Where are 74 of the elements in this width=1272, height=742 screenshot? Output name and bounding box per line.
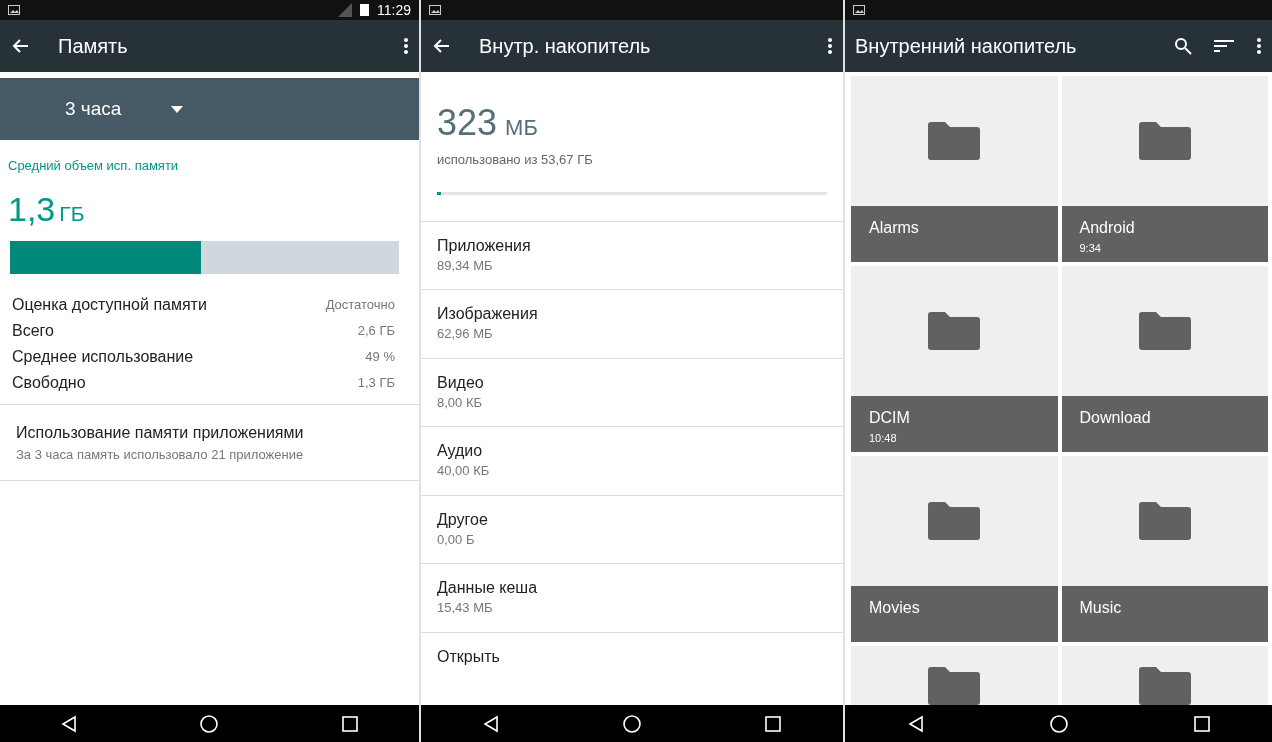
folder-name: DCIM <box>869 408 911 428</box>
folder-tile[interactable]: DCIM 10:48 <box>851 266 1058 452</box>
folder-icon <box>928 667 981 705</box>
recents-button[interactable] <box>341 715 358 732</box>
folder-name: Android <box>1079 218 1136 238</box>
folder-tile[interactable]: Download <box>1061 266 1268 452</box>
folder-name: Download <box>1079 408 1152 428</box>
stat-label: Оценка доступной памяти <box>12 294 207 315</box>
dropdown-arrow-icon <box>171 105 184 113</box>
used-value: 323 <box>437 101 498 145</box>
battery-icon <box>360 4 369 16</box>
folder-tile[interactable] <box>851 646 1058 705</box>
stat-label: Всего <box>12 320 54 341</box>
screen-title: Внутренний накопитель <box>855 34 1078 59</box>
search-button[interactable] <box>1174 37 1192 55</box>
folder-icon <box>928 122 981 160</box>
storage-item[interactable]: Открыть <box>421 632 843 681</box>
folder-icon <box>1138 312 1191 350</box>
storage-item[interactable]: Приложения 89,34 МБ <box>421 221 843 289</box>
home-button[interactable] <box>1048 713 1069 734</box>
back-button[interactable] <box>482 714 499 733</box>
folder-tile[interactable]: Music <box>1061 456 1268 642</box>
recents-button[interactable] <box>765 715 782 732</box>
stat-value: 49 % <box>365 347 395 366</box>
notification-icon <box>8 5 20 15</box>
section-header: Средний объем исп. памяти <box>8 157 180 175</box>
folder-time: 10:48 <box>869 431 898 446</box>
folder-icon <box>928 502 981 540</box>
folder-tile[interactable]: Android 9:34 <box>1061 76 1268 262</box>
home-button[interactable] <box>622 713 642 734</box>
storage-item[interactable]: Данные кеша 15,43 МБ <box>421 564 843 632</box>
folder-icon <box>928 312 981 350</box>
folder-icon <box>1138 502 1191 540</box>
more-button[interactable] <box>827 37 833 55</box>
screen-title: Память <box>58 34 129 59</box>
item-title: Использование памяти приложениями <box>16 422 305 443</box>
status-time: 11:29 <box>377 0 411 20</box>
storage-item[interactable]: Аудио 40,00 КБ <box>421 427 843 495</box>
sort-button[interactable] <box>1214 39 1234 53</box>
memory-unit: ГБ <box>59 200 85 227</box>
storage-item[interactable]: Изображения 62,96 МБ <box>421 290 843 358</box>
notification-icon <box>429 5 441 15</box>
screen-title: Внутр. накопитель <box>479 34 652 59</box>
back-button[interactable] <box>10 37 28 55</box>
back-button[interactable] <box>907 714 924 733</box>
home-button[interactable] <box>199 713 220 734</box>
used-unit: МБ <box>505 114 538 142</box>
folder-name: Music <box>1079 598 1123 618</box>
item-summary: За 3 часа память использовало 21 приложение <box>16 445 305 464</box>
folder-tile[interactable]: Alarms <box>851 76 1058 262</box>
recents-button[interactable] <box>1193 715 1210 732</box>
folder-icon <box>1138 667 1191 705</box>
back-button[interactable] <box>431 37 449 55</box>
notification-icon <box>853 5 865 15</box>
folder-time: 9:34 <box>1079 241 1102 256</box>
more-button[interactable] <box>1256 37 1262 55</box>
more-button[interactable] <box>403 37 409 55</box>
storage-item[interactable]: Видео 8,00 КБ <box>421 358 843 426</box>
stat-value: Достаточно <box>325 295 395 314</box>
back-button[interactable] <box>61 714 78 733</box>
stat-value: 2,6 ГБ <box>357 321 395 340</box>
storage-item[interactable]: Другое 0,00 Б <box>421 495 843 563</box>
stat-value: 1,3 ГБ <box>357 373 395 392</box>
period-dropdown[interactable]: 3 часа <box>0 78 419 140</box>
used-caption: использовано из 53,67 ГБ <box>437 151 594 169</box>
folder-name: Movies <box>869 598 921 618</box>
folder-tile[interactable]: Movies <box>851 456 1058 642</box>
folder-name: Alarms <box>869 218 920 238</box>
folder-icon <box>1138 122 1191 160</box>
signal-icon <box>338 3 352 17</box>
stat-label: Среднее использование <box>12 346 194 367</box>
memory-value: 1,3 <box>8 188 56 230</box>
folder-tile[interactable] <box>1061 646 1268 705</box>
stat-label: Свободно <box>12 372 86 393</box>
